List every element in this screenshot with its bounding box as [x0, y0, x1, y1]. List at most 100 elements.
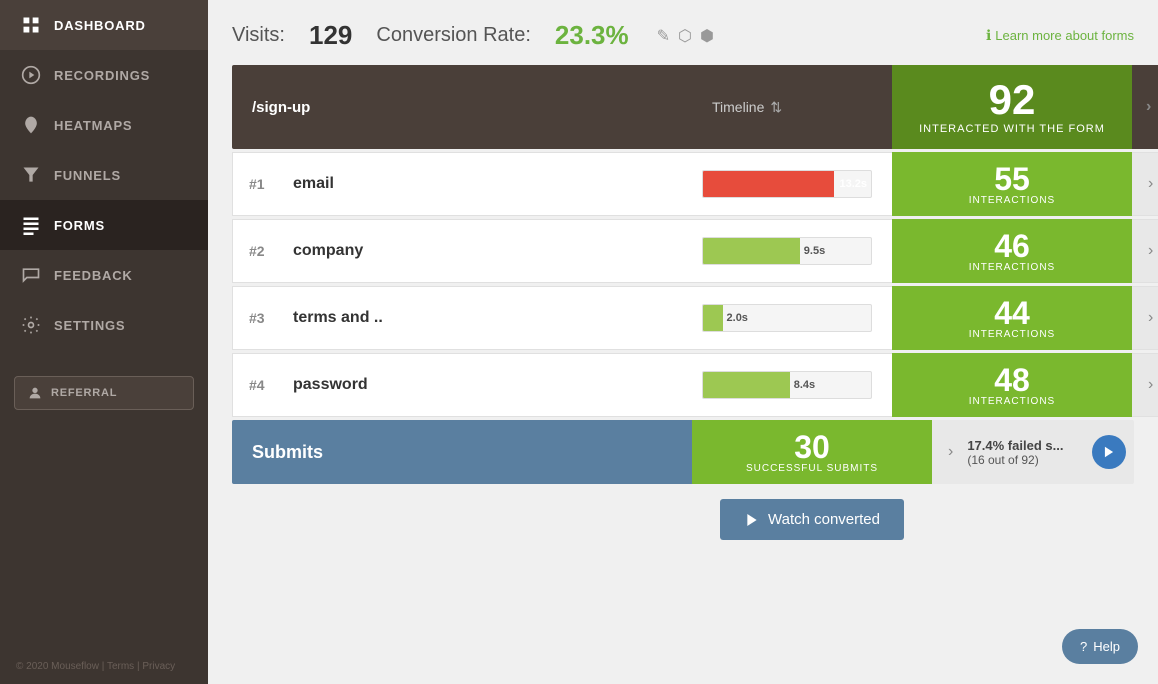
- timeline-label-0: 13.2s: [839, 178, 867, 190]
- timeline-track-1: 9.5s: [702, 237, 872, 265]
- timeline-track-2: 2.0s: [702, 304, 872, 332]
- row-interactions-value-3: 48: [994, 364, 1030, 396]
- table-row: #1 email 13.2s 55 INTERACTIONS › 39.1% d…: [232, 152, 1134, 216]
- export-icon[interactable]: ⬡: [678, 26, 692, 46]
- row-label-0: #1 email: [232, 152, 692, 216]
- row-num-3: #4: [249, 377, 277, 393]
- sidebar-item-heatmaps[interactable]: Heatmaps: [0, 100, 208, 150]
- row-timeline-3: 8.4s: [692, 353, 892, 417]
- row-chevron-0: ›: [1148, 175, 1153, 193]
- privacy-link[interactable]: Privacy: [142, 661, 175, 672]
- timeline-track-3: 8.4s: [702, 371, 872, 399]
- main-content: Visits: 129 Conversion Rate: 23.3% ✎ ⬡ ⬢…: [208, 0, 1158, 684]
- conversion-label: Conversion Rate:: [376, 24, 531, 47]
- th-not-interacted: › 28.7% did not interact (37 out of 129): [1132, 65, 1158, 149]
- row-timeline-0: 13.2s: [692, 152, 892, 216]
- sidebar-label-settings: Settings: [54, 318, 125, 333]
- sidebar-item-dashboard[interactable]: Dashboard: [0, 0, 208, 50]
- row-interactions-2: 44 INTERACTIONS: [892, 286, 1132, 350]
- submits-chevron-icon: ›: [948, 443, 953, 461]
- th-interactions: 92 INTERACTED WITH THE FORM: [892, 65, 1132, 149]
- row-dropped-1: › 6.5% dropped (6 out of 92): [1132, 219, 1158, 283]
- submits-play-button[interactable]: [1092, 435, 1126, 469]
- timeline-track-0: 13.2s: [702, 170, 872, 198]
- referral-button[interactable]: Referral: [14, 376, 194, 410]
- feedback-icon: [20, 264, 42, 286]
- recordings-icon: [20, 64, 42, 86]
- sidebar-footer: © 2020 Mouseflow | Terms | Privacy: [0, 649, 208, 684]
- form-rows: #1 email 13.2s 55 INTERACTIONS › 39.1% d…: [232, 152, 1134, 417]
- submits-interactions: 30 SUCCESSFUL SUBMITS: [692, 420, 932, 484]
- timeline-fill-3: [703, 372, 790, 398]
- table-header: /sign-up Timeline ⇅ 92 INTERACTED WITH T…: [232, 65, 1134, 149]
- submits-dropped-pct: 17.4% failed s...: [967, 438, 1086, 453]
- row-interactions-value-2: 44: [994, 297, 1030, 329]
- timeline-fill-0: [703, 171, 834, 197]
- chevron-icon: ›: [1146, 98, 1151, 116]
- sidebar-item-funnels[interactable]: Funnels: [0, 150, 208, 200]
- visits-label: Visits:: [232, 24, 285, 47]
- settings-icon: [20, 314, 42, 336]
- timeline-label-3: 8.4s: [794, 379, 815, 391]
- row-chevron-3: ›: [1148, 376, 1153, 394]
- referral-label: Referral: [51, 387, 117, 399]
- header-stats: Visits: 129 Conversion Rate: 23.3% ✎ ⬡ ⬢…: [232, 20, 1134, 51]
- row-num-0: #1: [249, 176, 277, 192]
- sidebar-label-forms: Forms: [54, 218, 105, 233]
- sidebar-item-recordings[interactable]: Recordings: [0, 50, 208, 100]
- row-field-name-2: terms and ..: [293, 309, 403, 327]
- sidebar-label-heatmaps: Heatmaps: [54, 118, 132, 133]
- row-field-name-3: password: [293, 376, 403, 394]
- edit-icon[interactable]: ✎: [657, 26, 670, 46]
- sidebar-item-settings[interactable]: Settings: [0, 300, 208, 350]
- visits-value: 129: [309, 20, 352, 51]
- row-num-1: #2: [249, 243, 277, 259]
- row-interactions-1: 46 INTERACTIONS: [892, 219, 1132, 283]
- dashboard-icon: [20, 14, 42, 36]
- sidebar-label-dashboard: Dashboard: [54, 18, 146, 33]
- row-field-name-0: email: [293, 175, 403, 193]
- conversion-value: 23.3%: [555, 20, 629, 51]
- row-interactions-0: 55 INTERACTIONS: [892, 152, 1132, 216]
- row-label-1: #2 company: [232, 219, 692, 283]
- heatmaps-icon: [20, 114, 42, 136]
- submits-label: Submits: [232, 420, 692, 484]
- external-link-icon[interactable]: ⬢: [700, 26, 714, 46]
- watch-converted-button[interactable]: Watch converted: [720, 499, 904, 540]
- table-row: #4 password 8.4s 48 INTERACTIONS › 4.3% …: [232, 353, 1134, 417]
- sidebar-label-funnels: Funnels: [54, 168, 121, 183]
- row-interactions-value-0: 55: [994, 163, 1030, 195]
- row-timeline-2: 2.0s: [692, 286, 892, 350]
- row-num-2: #3: [249, 310, 277, 326]
- row-interactions-label-1: INTERACTIONS: [969, 262, 1055, 273]
- sidebar-label-recordings: Recordings: [54, 68, 150, 83]
- table-row: #3 terms and .. 2.0s 44 INTERACTIONS › 0…: [232, 286, 1134, 350]
- row-field-name-1: company: [293, 242, 403, 260]
- timeline-sort-icon[interactable]: ⇅: [770, 99, 782, 116]
- watch-converted-container: Watch converted: [692, 487, 932, 540]
- terms-link[interactable]: Terms: [107, 661, 134, 672]
- row-label-3: #4 password: [232, 353, 692, 417]
- submits-dropped: › 17.4% failed s... (16 out of 92): [932, 420, 1134, 484]
- row-interactions-label-2: INTERACTIONS: [969, 329, 1055, 340]
- submits-row: Submits 30 SUCCESSFUL SUBMITS › 17.4% fa…: [232, 420, 1134, 484]
- sidebar: Dashboard Recordings Heatmaps Funnels Fo…: [0, 0, 208, 684]
- forms-icon: [20, 214, 42, 236]
- table-row: #2 company 9.5s 46 INTERACTIONS › 6.5% d…: [232, 219, 1134, 283]
- funnels-icon: [20, 164, 42, 186]
- help-button[interactable]: ? Help: [1062, 629, 1138, 664]
- th-timeline: Timeline ⇅: [692, 65, 892, 149]
- timeline-fill-2: [703, 305, 723, 331]
- row-dropped-0: › 39.1% dropped (36 out of 92): [1132, 152, 1158, 216]
- learn-more-link[interactable]: ℹ Learn more about forms: [986, 27, 1134, 44]
- sidebar-item-feedback[interactable]: Feedback: [0, 250, 208, 300]
- sidebar-item-forms[interactable]: Forms: [0, 200, 208, 250]
- row-interactions-label-0: INTERACTIONS: [969, 195, 1055, 206]
- row-timeline-1: 9.5s: [692, 219, 892, 283]
- row-chevron-1: ›: [1148, 242, 1153, 260]
- row-label-2: #3 terms and ..: [232, 286, 692, 350]
- row-interactions-label-3: INTERACTIONS: [969, 396, 1055, 407]
- info-icon: ℹ: [986, 27, 991, 44]
- help-icon: ?: [1080, 639, 1087, 654]
- sidebar-label-feedback: Feedback: [54, 268, 133, 283]
